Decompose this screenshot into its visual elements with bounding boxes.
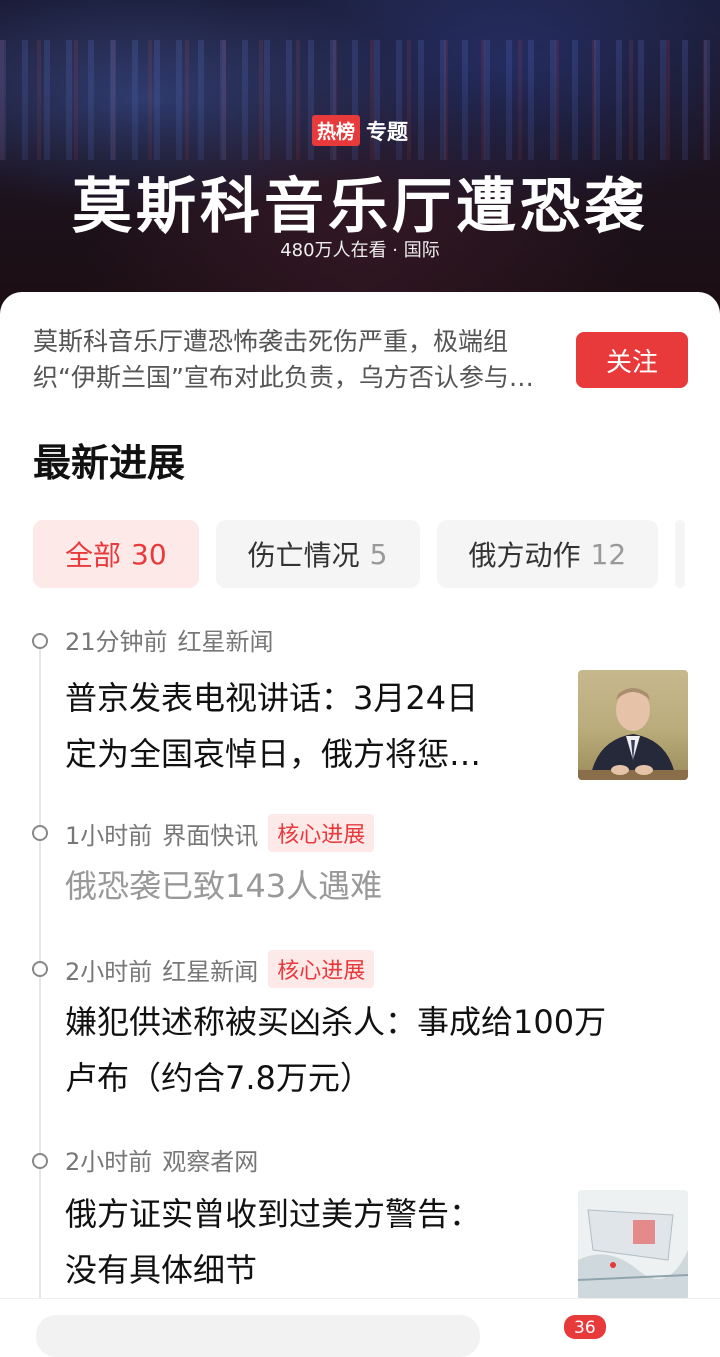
item-headline[interactable]: 俄方证实曾收到过美方警告： 没有具体细节: [65, 1186, 481, 1298]
item-time: 2小时前: [65, 957, 153, 986]
item-headline[interactable]: 嫌犯供述称被买凶杀人：事成给100万 卢布（约合7.8万元）: [65, 994, 606, 1106]
filter-tab-casualties[interactable]: 伤亡情况 5: [215, 520, 420, 588]
news-thumbnail-image[interactable]: [578, 670, 688, 780]
timeline-line: [39, 644, 41, 1324]
topic-subtitle: 480万人在看 · 国际: [280, 240, 440, 261]
filter-tab-all[interactable]: 全部 30: [33, 520, 199, 588]
item-headline[interactable]: 普京发表电视讲话：3月24日 定为全国哀悼日，俄方将惩…: [65, 670, 481, 782]
item-time: 21分钟前: [65, 628, 168, 656]
item-source: 观察者网: [162, 1148, 259, 1176]
item-source: 红星新闻: [162, 957, 259, 986]
core-progress-tag: 核心进展: [268, 950, 375, 988]
news-thumbnail-map[interactable]: [578, 1190, 688, 1300]
timeline-dot: [32, 825, 48, 841]
topic-title: 莫斯科音乐厅遭恐袭: [72, 172, 648, 242]
timeline-dot: [32, 961, 48, 977]
topic-label: 专题: [366, 119, 408, 144]
follow-button[interactable]: 关注: [576, 332, 688, 388]
section-title: 最新进展: [33, 441, 186, 485]
filter-tab-russia-actions[interactable]: 俄方动作 12: [436, 520, 659, 588]
topic-summary[interactable]: 莫斯科音乐厅遭恐怖袭击死伤严重，极端组织“伊斯兰国”宣布对此负责，乌方否认参与，…: [33, 324, 553, 396]
comment-input[interactable]: [36, 1315, 480, 1357]
timeline-dot: [32, 633, 48, 649]
comment-count-badge: 36: [564, 1315, 606, 1339]
item-source: 界面快讯: [162, 821, 259, 850]
hot-list-badge: 热榜: [311, 115, 360, 146]
item-source: 红星新闻: [177, 628, 274, 656]
core-progress-tag: 核心进展: [268, 814, 375, 852]
item-time: 2小时前: [65, 1148, 153, 1176]
topic-content-card: 莫斯科音乐厅遭恐怖袭击死伤严重，极端组织“伊斯兰国”宣布对此负责，乌方否认参与，…: [0, 292, 720, 1329]
item-headline[interactable]: 俄恐袭已致143人遇难: [65, 858, 382, 914]
bottom-action-bar: 36: [0, 1298, 720, 1357]
timeline-dot: [32, 1153, 48, 1169]
item-time: 1小时前: [65, 821, 153, 850]
filter-tab-more[interactable]: [675, 520, 686, 588]
topic-badge: 热榜 专题: [0, 115, 720, 146]
filter-tabs: 全部 30 伤亡情况 5 俄方动作 12: [33, 520, 686, 588]
topic-hero-banner: 热榜 专题 莫斯科音乐厅遭恐袭 480万人在看 · 国际: [0, 0, 720, 330]
